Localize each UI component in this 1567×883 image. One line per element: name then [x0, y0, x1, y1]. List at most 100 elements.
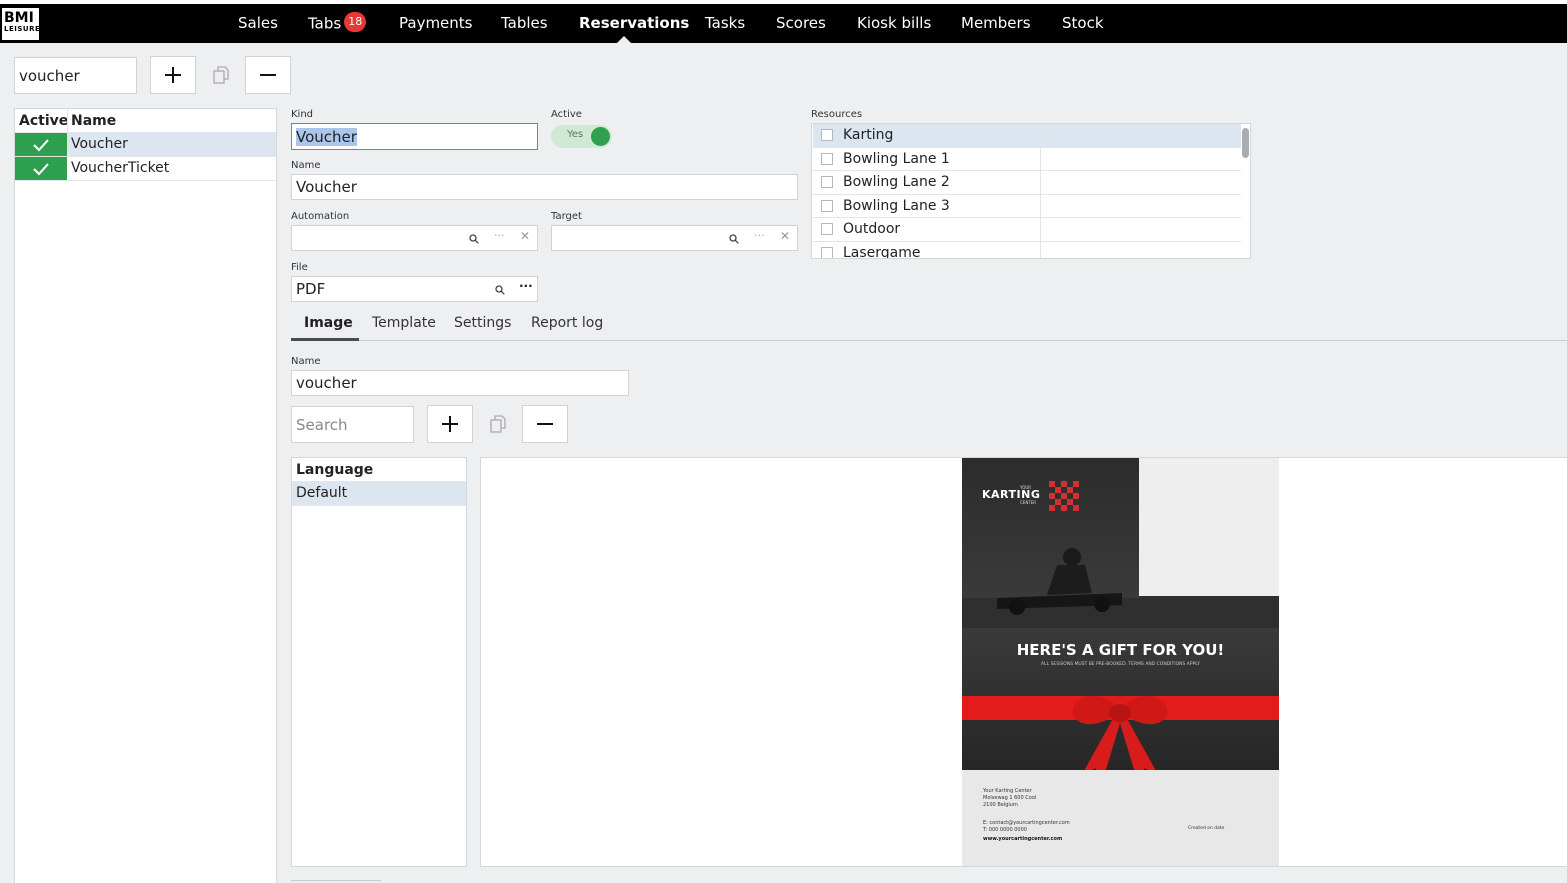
add-language-button[interactable]: [427, 405, 473, 443]
resource-checkbox[interactable]: [821, 199, 833, 212]
resource-checkbox[interactable]: [821, 223, 833, 236]
table-row[interactable]: VoucherTicket: [15, 157, 276, 181]
voucher-website: www.yourcartingcenter.com: [983, 836, 1063, 842]
clear-icon[interactable]: ✕: [520, 229, 530, 243]
tab-template[interactable]: Template: [372, 315, 436, 331]
tab-settings[interactable]: Settings: [454, 315, 511, 331]
kind-label: Kind: [291, 109, 314, 120]
list-item[interactable]: Bowling Lane 2: [813, 171, 1241, 195]
tab-report-log[interactable]: Report log: [531, 315, 603, 331]
resources-list: Karting Bowling Lane 1 Bowling Lane 2 Bo…: [811, 123, 1251, 259]
list-search-value: voucher: [19, 66, 80, 85]
voucher-email: E: contact@yourcartingcenter.com: [983, 820, 1070, 826]
name-value: Voucher: [296, 178, 357, 196]
target-label: Target: [551, 211, 582, 222]
add-button[interactable]: [150, 56, 196, 94]
logo-subtext: LEISURE: [4, 25, 41, 33]
top-navigation-bar: BMI LEISURE Sales Tabs 18 Payments Tables…: [0, 4, 1567, 43]
name-field[interactable]: Voucher: [291, 174, 798, 200]
checkmark-icon: [33, 138, 49, 151]
kind-value: Voucher: [296, 127, 357, 146]
resource-checkbox[interactable]: [821, 152, 833, 165]
active-tab-indicator: [291, 338, 359, 341]
resource-checkbox[interactable]: [821, 246, 833, 258]
active-check-cell: [15, 133, 67, 156]
tabs-count-badge: 18: [344, 12, 367, 32]
file-label: File: [291, 262, 308, 273]
nav-sales[interactable]: Sales: [238, 14, 278, 32]
resource-label: Bowling Lane 2: [843, 174, 950, 191]
list-item[interactable]: Lasergame: [813, 241, 1241, 258]
clear-icon[interactable]: ✕: [780, 229, 790, 243]
nav-reservations[interactable]: Reservations: [579, 14, 689, 32]
list-item[interactable]: Bowling Lane 1: [813, 147, 1241, 171]
resource-label: Bowling Lane 1: [843, 150, 950, 167]
active-toggle[interactable]: Yes: [551, 125, 612, 148]
nav-payments[interactable]: Payments: [399, 14, 472, 32]
list-item[interactable]: Karting: [813, 124, 1241, 148]
resources-label: Resources: [811, 109, 863, 120]
resource-checkbox[interactable]: [821, 176, 833, 189]
list-header: Active Name: [15, 109, 276, 133]
voucher-headline: HERE'S A GIFT FOR YOU!: [1016, 641, 1225, 659]
nav-scores[interactable]: Scores: [776, 14, 826, 32]
list-item[interactable]: Default: [292, 482, 466, 506]
checkmark-icon: [33, 162, 49, 175]
toggle-knob: [591, 127, 610, 146]
plus-icon: [442, 416, 458, 432]
main-content: voucher Active Name Voucher VoucherTicke…: [0, 43, 1567, 883]
nav-tasks[interactable]: Tasks: [705, 14, 745, 32]
column-divider: [67, 109, 68, 133]
column-header-name[interactable]: Name: [71, 113, 116, 129]
remove-language-button[interactable]: [522, 405, 568, 443]
table-row[interactable]: Voucher: [15, 133, 276, 157]
search-icon[interactable]: [729, 234, 739, 244]
nav-stock[interactable]: Stock: [1062, 14, 1104, 32]
nav-tabs[interactable]: Tabs 18: [308, 12, 367, 34]
voucher-phone: T: 000 0000 0000: [983, 827, 1027, 833]
copy-icon: [490, 415, 506, 433]
list-item[interactable]: Outdoor: [813, 218, 1241, 242]
more-icon[interactable]: ···: [519, 279, 533, 293]
column-header-active[interactable]: Active: [19, 113, 68, 129]
automation-field[interactable]: ··· ✕: [291, 225, 538, 251]
row-name: Voucher: [71, 136, 128, 152]
row-name: VoucherTicket: [71, 160, 170, 176]
name-label: Name: [291, 160, 321, 171]
bmi-leisure-logo[interactable]: BMI LEISURE: [2, 8, 41, 40]
resource-checkbox[interactable]: [821, 129, 833, 142]
column-divider: [1040, 147, 1041, 170]
image-name-field[interactable]: voucher: [291, 370, 629, 396]
list-search-input[interactable]: voucher: [14, 57, 137, 94]
remove-button[interactable]: [245, 56, 291, 94]
voucher-cutout: [1139, 458, 1279, 596]
more-icon[interactable]: ···: [494, 229, 505, 242]
more-icon[interactable]: ···: [754, 229, 765, 242]
list-item[interactable]: Bowling Lane 3: [813, 194, 1241, 218]
column-header-language[interactable]: Language: [296, 462, 373, 478]
nav-tabs-label: Tabs: [308, 14, 342, 33]
nav-members[interactable]: Members: [961, 14, 1031, 32]
toggle-text: Yes: [567, 129, 584, 140]
copy-button[interactable]: [198, 56, 244, 94]
minus-icon: [537, 423, 553, 425]
search-icon[interactable]: [495, 285, 505, 295]
minus-icon: [260, 74, 276, 76]
language-search-input[interactable]: Search: [291, 406, 414, 443]
tabs-divider: [291, 340, 1567, 341]
copy-language-button[interactable]: [475, 405, 521, 443]
nav-tables[interactable]: Tables: [501, 14, 548, 32]
plus-icon: [165, 67, 181, 83]
kind-field[interactable]: Voucher: [291, 123, 538, 150]
tab-image[interactable]: Image: [304, 315, 353, 331]
image-preview-area: YOUR KARTING CENTER HERE'S A GIFT FOR YO…: [480, 457, 1567, 867]
resource-label: Outdoor: [843, 221, 901, 238]
resource-label: Karting: [843, 127, 894, 144]
nav-kiosk-bills[interactable]: Kiosk bills: [857, 14, 931, 32]
search-icon[interactable]: [469, 234, 479, 244]
target-field[interactable]: ··· ✕: [551, 225, 798, 251]
kart-driver-silhouette: [997, 548, 1122, 615]
file-field[interactable]: PDF ···: [291, 276, 538, 302]
resources-scrollbar[interactable]: [1242, 128, 1249, 158]
language-list: Language Default: [291, 457, 467, 867]
